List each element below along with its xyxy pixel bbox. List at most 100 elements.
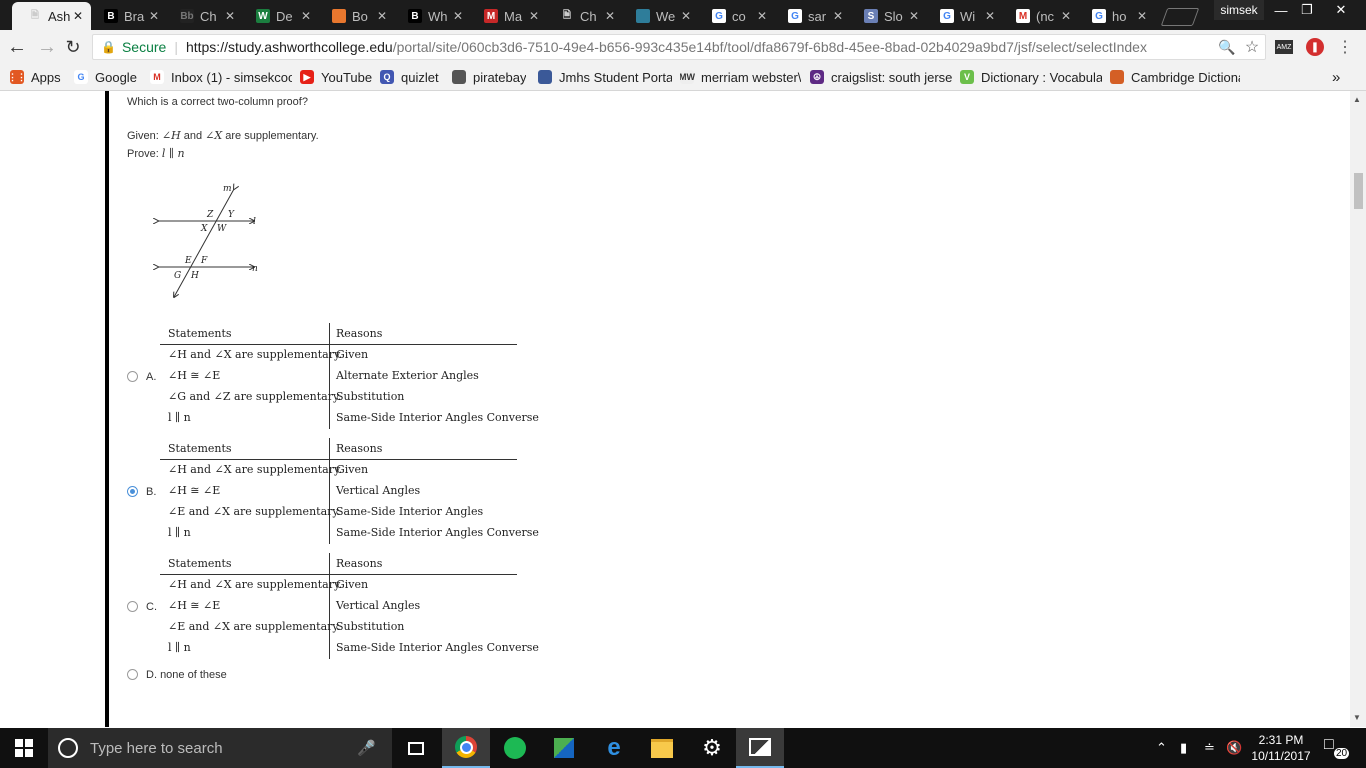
tab-close-icon[interactable]: ✕ <box>755 9 769 23</box>
merriam-webster-icon: MW <box>680 70 695 84</box>
volume-muted-icon[interactable]: 🔇 <box>1226 740 1242 756</box>
amazon-extension-icon[interactable]: AMZ <box>1275 40 1293 54</box>
microphone-icon[interactable]: 🎤 <box>357 739 376 757</box>
close-window-icon[interactable]: ✕ <box>1326 0 1356 20</box>
bookmark-item[interactable]: piratebay <box>452 68 526 86</box>
tab-close-icon[interactable]: ✕ <box>679 9 693 23</box>
bookmark-label: merriam webster\ <box>701 69 802 85</box>
tab-close-icon[interactable]: ✕ <box>451 9 465 23</box>
chrome-icon <box>455 736 477 758</box>
tab-title: Ash <box>48 8 71 24</box>
bookmark-item[interactable]: M Inbox (1) - simsekcoo <box>150 68 292 86</box>
bookmark-item[interactable]: G Google <box>74 68 137 86</box>
bookmark-item[interactable]: MW merriam webster\ <box>680 68 801 86</box>
menu-icon[interactable]: ⋮ <box>1336 38 1354 56</box>
angle-w: W <box>217 224 227 234</box>
option-c-radio[interactable] <box>127 601 138 612</box>
gmail-icon: M <box>1016 9 1030 23</box>
taskbar-app-photos[interactable] <box>736 728 784 768</box>
tab-close-icon[interactable]: ✕ <box>527 9 541 23</box>
browser-tab[interactable]: Gsar ✕ <box>772 2 851 30</box>
taskbar-clock[interactable]: 2:31 PM 10/11/2017 <box>1248 732 1314 764</box>
taskbar-app-chrome[interactable] <box>442 728 490 768</box>
browser-tab[interactable]: Bo ✕ <box>316 2 395 30</box>
question-prompt: Which is a correct two-column proof? <box>127 96 308 108</box>
restore-icon[interactable]: ❐ <box>1292 0 1322 20</box>
tab-close-icon[interactable]: ✕ <box>831 9 845 23</box>
portal-icon <box>538 70 552 84</box>
bookmark-item[interactable]: Jmhs Student Portal <box>538 68 672 86</box>
task-view-button[interactable] <box>392 728 440 768</box>
option-b-radio[interactable] <box>127 486 138 497</box>
tab-close-icon[interactable]: ✕ <box>223 9 237 23</box>
bookmarks-bar: ⋮⋮ Apps G Google M Inbox (1) - simsekcoo ▶ YouT… <box>0 64 1366 91</box>
browser-tab[interactable]: G Wi ✕ <box>924 2 1003 30</box>
reasons-header: Reasons <box>336 557 383 570</box>
browser-tab[interactable]: M (nc ✕ <box>1000 2 1079 30</box>
option-a-radio[interactable] <box>127 371 138 382</box>
taskbar-app-edge[interactable]: e <box>590 728 638 768</box>
browser-tab[interactable]: Gco ✕ <box>696 2 775 30</box>
page-scrollbar[interactable]: ▲ ▼ <box>1350 91 1366 727</box>
browser-tab[interactable]: Gho ✕ <box>1076 2 1155 30</box>
bookmark-item[interactable]: ⋮⋮ Apps <box>10 68 61 86</box>
scroll-up-icon[interactable]: ▲ <box>1353 95 1361 104</box>
bookmark-item[interactable]: ☮ craigslist: south jersey <box>810 68 952 86</box>
bookmark-item[interactable]: ▶ YouTube <box>300 68 372 86</box>
action-center-icon[interactable]: □ <box>1324 736 1334 754</box>
bookmark-star-icon[interactable]: ☆ <box>1243 38 1261 56</box>
angle-g: G <box>174 271 181 281</box>
browser-tab[interactable]: B Wh ✕ <box>392 2 471 30</box>
browser-tab[interactable]: 🗎 Ash ✕ <box>12 2 91 30</box>
taskbar-app-settings[interactable]: ⚙ <box>688 728 736 768</box>
bookmark-item[interactable]: Cambridge Dictionar <box>1110 68 1240 86</box>
start-button[interactable] <box>0 728 48 768</box>
browser-tab[interactable]: M Ma ✕ <box>468 2 547 30</box>
battery-icon[interactable]: ▮ <box>1180 740 1187 756</box>
back-button[interactable]: ← <box>6 36 28 58</box>
tab-close-icon[interactable]: ✕ <box>1059 9 1073 23</box>
bookmark-item[interactable]: V Dictionary : Vocabula <box>960 68 1102 86</box>
tab-close-icon[interactable]: ✕ <box>1135 9 1149 23</box>
show-hidden-icons[interactable]: ⌃ <box>1156 740 1167 756</box>
taskbar-search-box[interactable]: Type here to search 🎤 <box>48 728 392 768</box>
label-n: n <box>252 264 258 274</box>
tab-close-icon[interactable]: ✕ <box>907 9 921 23</box>
bookmark-item[interactable]: Qquizlet <box>380 68 439 86</box>
tab-close-icon[interactable]: ✕ <box>147 9 161 23</box>
wifi-icon[interactable]: ≐ <box>1204 740 1215 756</box>
bookmarks-overflow-button[interactable]: » <box>1332 68 1340 86</box>
statement-cell: ∠H and ∠X are supplementary. <box>168 463 343 476</box>
extension-icon[interactable]: ❚ <box>1306 38 1324 56</box>
url-path: /portal/site/060cb3d6-7510-49e4-b656-993… <box>392 39 1147 55</box>
browser-tab[interactable]: 🗎 Ch ✕ <box>544 2 623 30</box>
scroll-down-icon[interactable]: ▼ <box>1353 713 1361 722</box>
tab-close-icon[interactable]: ✕ <box>983 9 997 23</box>
tab-close-icon[interactable]: ✕ <box>375 9 389 23</box>
taskbar-app-minecraft[interactable] <box>540 728 588 768</box>
reload-button[interactable]: ↻ <box>62 36 84 58</box>
reasons-header: Reasons <box>336 327 383 340</box>
browser-tab[interactable]: We ✕ <box>620 2 699 30</box>
new-tab-button[interactable] <box>1160 8 1200 26</box>
browser-tab[interactable]: S Slo ✕ <box>848 2 927 30</box>
scrollbar-thumb[interactable] <box>1354 173 1363 209</box>
option-d-radio[interactable] <box>127 669 138 680</box>
angle-x: X <box>200 224 208 234</box>
taskbar-app-spotify[interactable] <box>491 728 539 768</box>
search-placeholder: Type here to search <box>90 739 223 757</box>
forward-button[interactable]: → <box>36 36 58 58</box>
taskbar-app-file-explorer[interactable] <box>638 728 686 768</box>
tab-close-icon[interactable]: ✕ <box>603 9 617 23</box>
tab-close-icon[interactable]: ✕ <box>71 9 85 23</box>
browser-tab[interactable]: B Bra ✕ <box>88 2 167 30</box>
zoom-search-icon[interactable]: 🔍 <box>1218 38 1236 56</box>
url-host: https://study.ashworthcollege.edu <box>185 39 393 55</box>
option-d-text: none of these <box>160 669 227 681</box>
tab-close-icon[interactable]: ✕ <box>299 9 313 23</box>
address-bar[interactable]: 🔒 Secure | https://study.ashworthcollege… <box>92 34 1266 60</box>
bookmark-label: piratebay <box>473 69 527 85</box>
profile-button[interactable]: simsek <box>1214 0 1264 20</box>
browser-tab[interactable]: Bb Ch ✕ <box>164 2 243 30</box>
browser-tab[interactable]: W De ✕ <box>240 2 319 30</box>
